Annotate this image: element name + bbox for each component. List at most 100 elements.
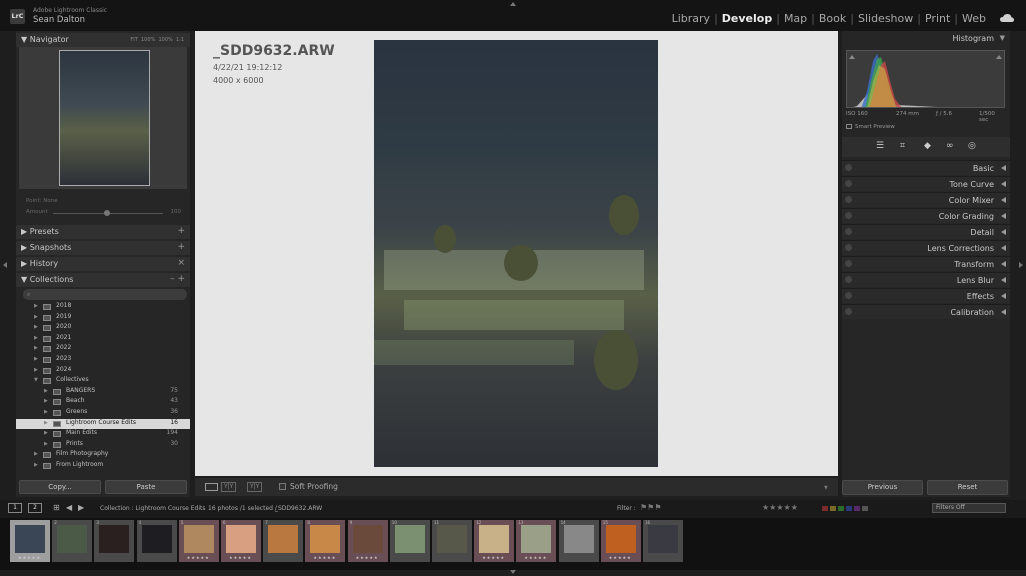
collection-item[interactable]: ▶ Greens 36 <box>16 408 190 418</box>
panel-color-grading[interactable]: Color Grading <box>842 208 1010 223</box>
collection-item[interactable]: ▼ Collectives <box>16 376 190 386</box>
collection-item[interactable]: ▶ 2021 <box>16 334 190 344</box>
collection-source[interactable]: Collection : Lightroom Course Edits <box>100 505 206 512</box>
main-photo[interactable] <box>374 40 658 467</box>
collapse-bottom-icon[interactable] <box>510 570 516 574</box>
panel-transform[interactable]: Transform <box>842 256 1010 271</box>
collection-item[interactable]: ▶ 2024 <box>16 366 190 376</box>
collection-item[interactable]: ▶ 2023 <box>16 355 190 365</box>
filmstrip-thumbnail[interactable]: 11 <box>432 520 472 562</box>
collapse-left-icon[interactable] <box>3 262 7 268</box>
section-action-icon[interactable]: + <box>177 226 185 236</box>
masking-icon[interactable]: ◎ <box>968 141 976 151</box>
filmstrip-thumbnail[interactable]: 15 ★★★★★ <box>600 520 641 562</box>
red-eye-icon[interactable]: ∞ <box>946 141 954 151</box>
module-develop[interactable]: Develop <box>722 12 772 25</box>
smart-preview-status[interactable]: Smart Preview <box>846 124 895 130</box>
collection-item[interactable]: ▶ 2018 <box>16 302 190 312</box>
filmstrip-thumbnail[interactable]: 9 ★★★★★ <box>347 520 388 562</box>
soft-proofing-checkbox[interactable] <box>279 483 286 490</box>
collection-item[interactable]: ▶ 2019 <box>16 313 190 323</box>
paste-button[interactable]: Paste <box>105 480 187 494</box>
color-label-filter[interactable] <box>820 505 868 512</box>
collection-item[interactable]: ▶ Beach 43 <box>16 397 190 407</box>
collection-item[interactable]: ▶ Main Edits 194 <box>16 429 190 439</box>
panel-toggle-icon[interactable] <box>845 244 852 251</box>
panel-toggle-icon[interactable] <box>845 260 852 267</box>
histogram-toggle-icon[interactable]: ▼ <box>1000 34 1005 42</box>
section-presets[interactable]: ▶ Presets + <box>16 225 190 239</box>
amount-slider-knob[interactable] <box>104 210 110 216</box>
collection-item[interactable]: ▶ 2020 <box>16 323 190 333</box>
copy-button[interactable]: Copy... <box>19 480 101 494</box>
collection-item[interactable]: ▶ From Lightroom <box>16 461 190 471</box>
section-history[interactable]: ▶ History × <box>16 257 190 271</box>
module-map[interactable]: Map <box>784 12 807 25</box>
filmstrip-thumbnail[interactable]: 6 ★★★★★ <box>221 520 261 562</box>
forward-arrow-icon[interactable]: ▶ <box>78 503 84 512</box>
collection-item[interactable]: ▶ 2022 <box>16 344 190 354</box>
filmstrip-thumbnail[interactable]: 7 <box>263 520 304 562</box>
module-book[interactable]: Book <box>819 12 846 25</box>
panel-lens-blur[interactable]: Lens Blur <box>842 272 1010 287</box>
histogram-chart[interactable] <box>846 50 1005 108</box>
panel-toggle-icon[interactable] <box>845 164 852 171</box>
filmstrip-thumbnail[interactable]: 2 <box>52 520 93 562</box>
filmstrip-thumbnail[interactable]: ★★★★★ <box>10 520 50 562</box>
section-collections[interactable]: ▼ Collections – + <box>16 273 190 287</box>
collapse-right-icon[interactable] <box>1019 262 1023 268</box>
flag-filter-icon[interactable]: ⚑⚑⚑ <box>640 503 662 512</box>
section-snapshots[interactable]: ▶ Snapshots + <box>16 241 190 255</box>
module-slideshow[interactable]: Slideshow <box>858 12 913 25</box>
panel-detail[interactable]: Detail <box>842 224 1010 239</box>
collection-item[interactable]: ▶ Prints 30 <box>16 440 190 450</box>
panel-lens-corrections[interactable]: Lens Corrections <box>842 240 1010 255</box>
panel-calibration[interactable]: Calibration <box>842 304 1010 319</box>
module-print[interactable]: Print <box>925 12 950 25</box>
navigator-zoom-options[interactable]: FIT 100% 100% 1:1 <box>130 37 184 43</box>
collection-item[interactable]: ▶ BANGERS 75 <box>16 387 190 397</box>
grid-icon[interactable]: ⊞ <box>53 503 60 512</box>
panel-toggle-icon[interactable] <box>845 180 852 187</box>
filters-off-select[interactable]: Filters Off <box>932 503 1006 513</box>
module-web[interactable]: Web <box>962 12 986 25</box>
rating-filter[interactable]: ★★★★★ <box>762 503 798 512</box>
panel-toggle-icon[interactable] <box>845 308 852 315</box>
reset-button[interactable]: Reset <box>927 480 1008 495</box>
filmstrip-thumbnail[interactable]: 13 ★★★★★ <box>516 520 557 562</box>
panel-toggle-icon[interactable] <box>845 212 852 219</box>
before-after-icon[interactable]: Y|Y <box>221 482 237 492</box>
page-1-button[interactable]: 1 <box>8 503 22 513</box>
previous-button[interactable]: Previous <box>842 480 923 495</box>
panel-effects[interactable]: Effects <box>842 288 1010 303</box>
section-action-icon[interactable]: + <box>177 242 185 252</box>
filmstrip-thumbnail[interactable]: 4 <box>136 520 177 562</box>
filmstrip-thumbnail[interactable]: 16 <box>643 520 683 562</box>
histogram-header[interactable]: Histogram ▼ <box>842 33 1010 45</box>
filmstrip-thumbnail[interactable]: 8 ★★★★★ <box>305 520 346 562</box>
section-action-icon[interactable]: × <box>177 258 185 268</box>
back-arrow-icon[interactable]: ◀ <box>66 503 72 512</box>
collections-search-input[interactable]: ⌕ <box>23 289 187 300</box>
filmstrip-thumbnail[interactable]: 12 ★★★★★ <box>474 520 515 562</box>
panel-basic[interactable]: Basic <box>842 160 1010 175</box>
crop-icon[interactable]: ⌗ <box>900 141 905 151</box>
collapse-top-icon[interactable] <box>510 2 516 6</box>
section-action-icon[interactable]: – + <box>170 274 185 284</box>
highlight-clipping-icon[interactable] <box>996 53 1002 59</box>
filmstrip-thumbnail[interactable]: 5 ★★★★★ <box>178 520 219 562</box>
module-library[interactable]: Library <box>672 12 710 25</box>
collection-item[interactable]: ▶ Lightroom Course Edits 16 <box>16 418 190 429</box>
toolbar-menu-icon[interactable]: ▼ <box>824 485 828 491</box>
panel-color-mixer[interactable]: Color Mixer <box>842 192 1010 207</box>
panel-toggle-icon[interactable] <box>845 276 852 283</box>
filmstrip-thumbnail[interactable]: 14 <box>558 520 599 562</box>
panel-toggle-icon[interactable] <box>845 228 852 235</box>
navigator-header[interactable]: ▼ Navigator FIT 100% 100% 1:1 <box>16 33 190 47</box>
edit-sliders-icon[interactable]: ☰ <box>876 141 884 151</box>
healing-icon[interactable]: ◆ <box>924 141 931 151</box>
panel-toggle-icon[interactable] <box>845 196 852 203</box>
filmstrip-thumbnail[interactable]: 3 <box>94 520 135 562</box>
before-after-split-icon[interactable]: Y|Y <box>247 482 263 492</box>
cloud-icon[interactable] <box>1000 14 1014 22</box>
